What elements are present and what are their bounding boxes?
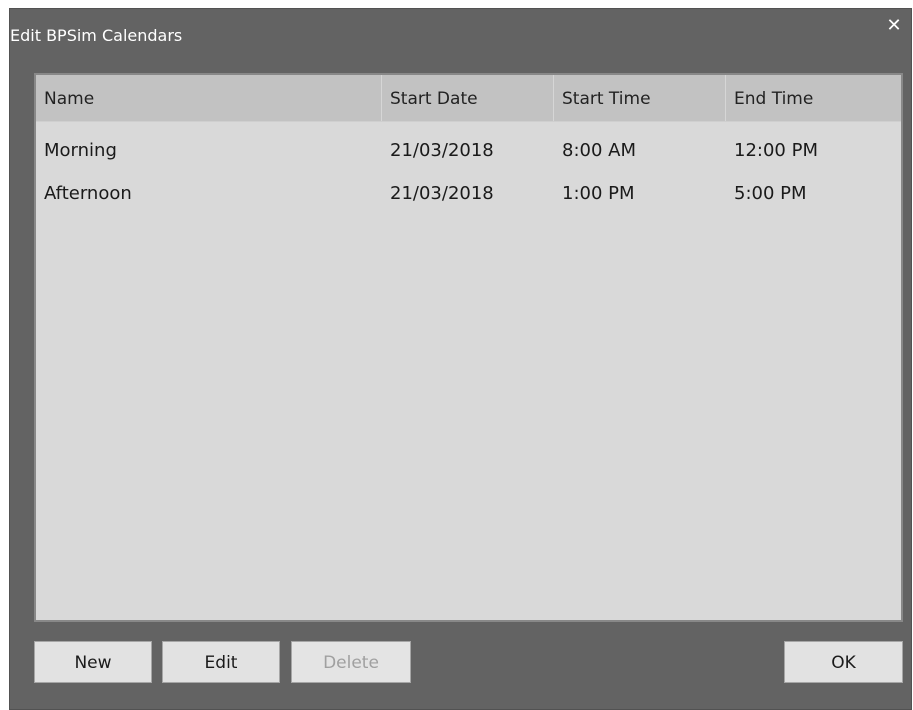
column-header-start-time[interactable]: Start Time — [554, 75, 726, 121]
cell-name: Afternoon — [44, 183, 132, 204]
cell-start-time: 8:00 AM — [562, 140, 636, 161]
table-row[interactable]: Morning 21/03/2018 8:00 AM 12:00 PM — [36, 129, 901, 173]
cell-end-time: 12:00 PM — [734, 140, 818, 161]
column-header-start-date[interactable]: Start Date — [382, 75, 554, 121]
delete-button[interactable]: Delete — [291, 641, 411, 683]
cell-start-time: 1:00 PM — [562, 183, 635, 204]
close-icon[interactable]: ✕ — [883, 15, 905, 37]
cell-start-date: 21/03/2018 — [390, 183, 494, 204]
edit-bpsim-calendars-dialog: Edit BPSim Calendars ✕ Name Start Date S… — [9, 8, 912, 710]
edit-button[interactable]: Edit — [162, 641, 280, 683]
column-header-end-time[interactable]: End Time — [726, 75, 901, 121]
column-header-name[interactable]: Name — [36, 75, 382, 121]
cell-start-date: 21/03/2018 — [390, 140, 494, 161]
new-button[interactable]: New — [34, 641, 152, 683]
table-header: Name Start Date Start Time End Time — [36, 75, 901, 122]
title-bar: Edit BPSim Calendars ✕ — [10, 9, 911, 57]
cell-name: Morning — [44, 140, 117, 161]
dialog-title: Edit BPSim Calendars — [10, 26, 183, 45]
table-row[interactable]: Afternoon 21/03/2018 1:00 PM 5:00 PM — [36, 172, 901, 216]
calendars-table: Name Start Date Start Time End Time Morn… — [34, 73, 903, 622]
cell-end-time: 5:00 PM — [734, 183, 807, 204]
ok-button[interactable]: OK — [784, 641, 903, 683]
